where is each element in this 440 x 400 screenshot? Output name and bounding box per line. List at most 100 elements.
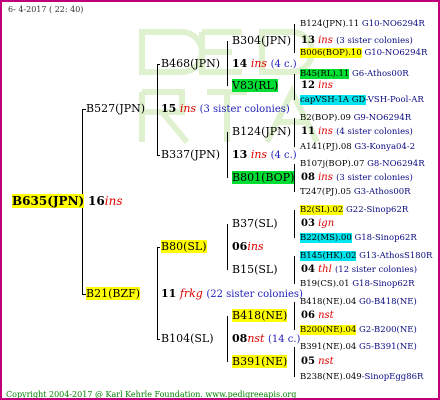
g3-label: B418(NE) [232,309,288,322]
connector [294,24,295,53]
queen-code: ins [104,194,123,208]
g4-gen: G3 [353,187,367,197]
gp-name: B80(SL) [161,240,207,253]
parent-name: B21(BZF) [86,287,141,300]
g4-name: B45(RL) [300,69,336,79]
g4-name: B200(NE) [300,325,343,335]
g4-num: .04 [342,325,357,335]
g4-row: T247(PJ).05 G3-Athos00R [300,185,411,199]
g3-code: thl [318,264,332,275]
parent-entry: B21(BZF) [86,287,141,301]
parent-note: (22 sister colonies) [206,289,303,300]
gp-note: (14 c.) [267,334,301,345]
parent-code: frkg [179,287,203,300]
connector [227,224,228,270]
g4-name: B238(NE) [300,372,343,382]
g4-gen: G5 [358,342,372,352]
connector [294,74,295,100]
g4-gen: G2 [358,325,372,335]
g3-name: V83(RL) [232,79,279,93]
g4-gen: G3 [354,142,367,152]
g4-name: B418(NE) [300,297,343,307]
g4-num: .09 [337,113,351,123]
g4-row: B2(SL).02 G22-Sinop62R [300,203,408,217]
g4-gen: G10 [364,48,383,58]
g4-gen: G18 [354,233,373,243]
g4-name: T247(PJ) [300,187,338,197]
queen-year: 16 [88,194,105,208]
g4-num: .07 [350,159,365,169]
connector [157,64,160,65]
g4-name: B19(CS) [300,279,337,289]
g4-gen: G8 [367,159,380,169]
g4-num: .11 [345,19,360,29]
g3-year: 04 [301,264,315,275]
g3-year: 11 [301,126,315,137]
g4-num: .02 [329,205,344,215]
g4-num: .02 [342,251,357,261]
g3-label: B801(BOP) [232,171,295,184]
g4-num: .04 [342,297,357,307]
g3-info: 03 ign [301,217,334,231]
g4-num: GD [351,95,366,105]
g3-year: 08 [301,172,315,183]
g3-label: B391(NE) [232,355,288,368]
g4-num: .11 [335,69,350,79]
g3-code: ign [318,218,335,229]
g4-row: B391(NE).04 G5-B391(NE) [300,340,417,354]
g4-gen: G6 [351,69,365,79]
g4-row: B238(NE).049-SinopEgg86R [300,370,423,384]
g4-row: B145(HK).02 G13-AthosS180R [300,249,432,263]
grandparent-name: B468(JPN) [161,57,221,70]
g4-row: B107j(BOP).07 G8-NO6294R [300,157,425,171]
g4-loc: -VSH-Pool-AR [365,95,424,105]
connector [157,155,160,156]
connector [294,210,295,238]
g4-name: capVSH-1A [300,95,350,105]
parent-info: 11 frkg (22 sister colonies) [161,287,303,302]
grandparent-name: B337(JPN) [161,148,221,161]
grandparent-name: B104(SL) [161,332,214,345]
parent-code: ins [179,102,197,115]
g3-year: 12 [301,80,315,91]
g4-loc: -Sinop62R [363,205,409,215]
g3-name: B15(SL) [232,263,278,276]
g4-loc: -B391(NE) [371,342,417,352]
g4-loc: -Athos00R [366,187,411,197]
g4-gen: G10 [361,19,380,29]
grandparent-info: 14 ins (4 c.) [232,57,297,72]
g4-loc: -NO6294R [379,159,425,169]
g4-row: capVSH-1A GD-VSH-Pool-AR [300,93,424,107]
g4-name: B2(BOP) [300,113,338,123]
connector [227,41,228,86]
g3-info: 05 nst [301,355,334,369]
g3-note: (12 sister colonies) [334,265,418,275]
g4-name: A141(PJ) [300,142,339,152]
g4-name: B2(SL) [300,205,330,215]
parent-year: 15 [161,102,177,115]
g4-row: B19(CS).01 G18-Sinop62R [300,277,415,291]
g4-loc: -AthosS180R [376,251,433,261]
g4-num: .01 [336,279,350,289]
g4-loc: -Sinop62R [369,279,415,289]
g3-code: nst [318,356,334,367]
g4-name: B145(HK) [300,251,343,261]
g3-code: ins [318,126,333,137]
gp-year: 13 [232,148,248,161]
g4-num: .049 [342,372,362,382]
g4-row: B22(MS).00 G18-Sinop62R [300,231,417,245]
g3-note: (3 sister colonies) [336,36,413,46]
g3-info: 11 ins (4 sister colonies) [301,125,413,139]
g3-name: B124(JPN) [232,125,292,138]
g4-name: B006(BOP) [300,48,349,58]
g4-name: B391(NE) [300,342,343,352]
connector [227,132,228,178]
connector [294,256,295,284]
g4-gen: G22 [346,205,364,215]
connector [294,302,295,330]
g4-gen: G13 [359,251,377,261]
g3-name: B304(JPN) [232,34,292,47]
connector [294,347,295,377]
g3-info: 06 nst [301,309,334,323]
parent-note: (3 sister colonies) [199,104,290,115]
